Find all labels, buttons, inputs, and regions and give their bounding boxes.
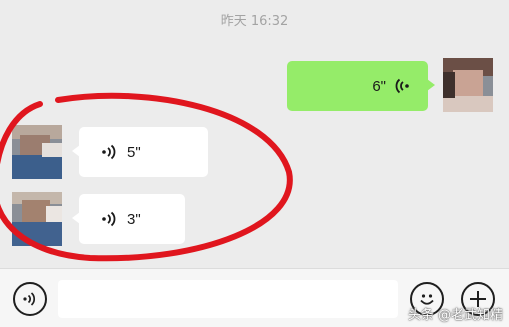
chat-area: 昨天 16:32 6" 5" 3" — [0, 0, 509, 268]
received-voice-message[interactable]: 5" — [72, 127, 208, 177]
contact-avatar[interactable] — [12, 125, 62, 179]
received-voice-message[interactable]: 3" — [72, 194, 185, 244]
voice-mode-icon — [23, 292, 36, 306]
voice-duration: 3" — [127, 210, 141, 228]
sent-voice-message[interactable]: 6" — [287, 61, 435, 111]
my-avatar[interactable] — [443, 58, 493, 112]
voice-duration: 6" — [372, 77, 386, 95]
voice-toggle-button[interactable] — [13, 282, 47, 316]
voice-wave-icon — [395, 78, 409, 94]
voice-wave-icon — [102, 211, 116, 227]
contact-avatar[interactable] — [12, 192, 62, 246]
watermark: 头条 @老武知精 — [407, 308, 503, 323]
input-bar: 头条 @老武知精 — [0, 268, 509, 327]
highlight-ellipse — [0, 92, 293, 262]
message-timestamp: 昨天 16:32 — [220, 14, 289, 29]
voice-duration: 5" — [127, 143, 141, 161]
voice-wave-icon — [102, 144, 116, 160]
message-input[interactable] — [58, 280, 398, 318]
